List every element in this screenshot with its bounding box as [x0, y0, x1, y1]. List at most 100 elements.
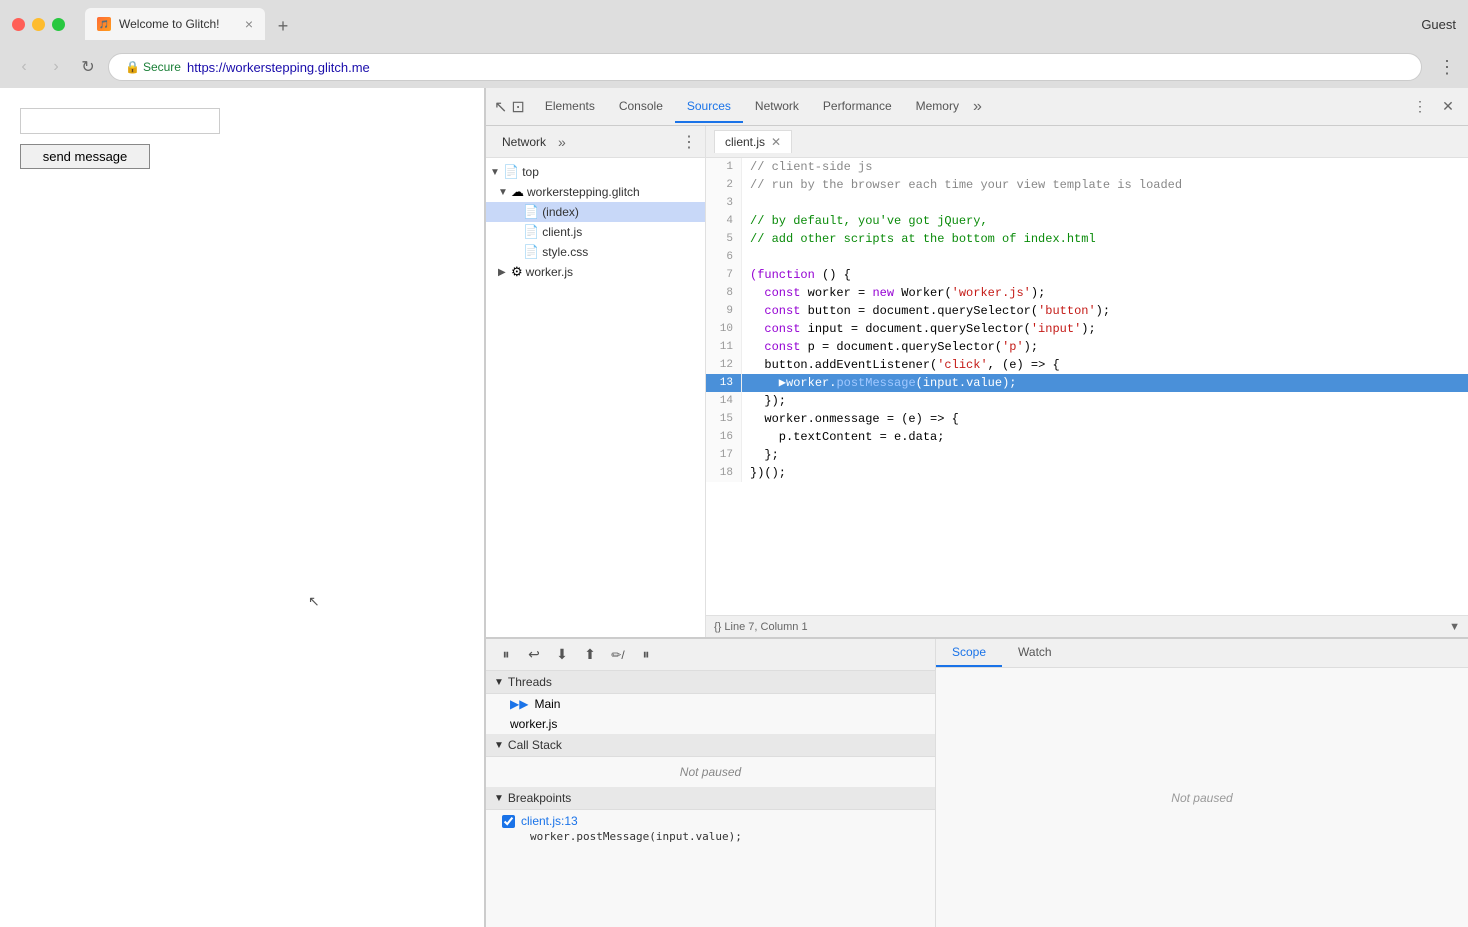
step-into-button[interactable]: ⬇: [550, 643, 574, 667]
code-line-5: 5 // add other scripts at the bottom of …: [706, 230, 1468, 248]
scope-not-paused-text: Not paused: [1171, 791, 1232, 805]
pause-on-exceptions-button[interactable]: ⏸: [634, 643, 658, 667]
new-tab-button[interactable]: +: [269, 12, 297, 40]
breakpoint-checkbox[interactable]: [502, 815, 515, 828]
status-bar-icon: {}: [714, 621, 721, 633]
scope-tab-bar: Scope Watch: [936, 639, 1468, 668]
debug-panel: ⏸ ↩ ⬇ ⬆ ✏/ ⏸ ▼ Threads ▶▶ Main: [486, 637, 1468, 927]
code-line-17: 17 };: [706, 446, 1468, 464]
devtools-settings-button[interactable]: ⋮: [1408, 95, 1432, 119]
file-panel-more-button[interactable]: »: [558, 134, 566, 150]
send-message-button[interactable]: send message: [20, 144, 150, 169]
code-tab-client-js[interactable]: client.js ✕: [714, 130, 792, 153]
browser-menu-button[interactable]: ⋮: [1438, 57, 1456, 78]
code-line-12: 12 button.addEventListener('click', (e) …: [706, 356, 1468, 374]
reload-button[interactable]: ↻: [76, 55, 100, 79]
callstack-arrow-icon: ▼: [494, 740, 504, 751]
tree-item-worker[interactable]: ▶ ⚙ worker.js: [486, 262, 705, 282]
deactivate-breakpoints-button[interactable]: ✏/: [606, 643, 630, 667]
minimize-button[interactable]: [32, 18, 45, 31]
devtools-tab-bar: ↖ ⊡ Elements Console Sources Network Per…: [486, 88, 1468, 126]
code-line-4: 4 // by default, you've got jQuery,: [706, 212, 1468, 230]
tab-sources[interactable]: Sources: [675, 91, 743, 123]
tree-label-top: top: [522, 165, 539, 179]
tab-memory[interactable]: Memory: [904, 91, 971, 123]
tree-item-style-css[interactable]: 📄 style.css: [486, 242, 705, 262]
threads-section-header[interactable]: ▼ Threads: [486, 671, 935, 694]
devtools-close-button[interactable]: ✕: [1436, 95, 1460, 119]
tab-close-button[interactable]: ×: [245, 16, 253, 32]
back-button[interactable]: ‹: [12, 55, 36, 79]
debug-sections: ▼ Threads ▶▶ Main worker.js ▼ Call Stack: [486, 671, 935, 927]
scope-tab[interactable]: Scope: [936, 639, 1002, 667]
file-panel-menu-button[interactable]: ⋮: [681, 132, 697, 152]
tree-label-style: style.css: [542, 245, 588, 259]
tree-arrow-top: ▼: [490, 167, 500, 178]
code-line-10: 10 const input = document.querySelector(…: [706, 320, 1468, 338]
step-over-button[interactable]: ↩: [522, 643, 546, 667]
tree-arrow-worker: ▶: [498, 267, 508, 278]
code-line-15: 15 worker.onmessage = (e) => {: [706, 410, 1468, 428]
forward-button[interactable]: ›: [44, 55, 68, 79]
address-bar[interactable]: 🔒 Secure https://workerstepping.glitch.m…: [108, 53, 1422, 81]
devtools-icon-cursor[interactable]: ↖: [494, 97, 507, 117]
code-tab-close-button[interactable]: ✕: [771, 135, 781, 149]
tree-icon-top: 📄: [503, 164, 519, 180]
code-tab-bar: client.js ✕: [706, 126, 1468, 158]
tree-label-index: (index): [542, 205, 579, 219]
code-line-3: 3: [706, 194, 1468, 212]
close-button[interactable]: [12, 18, 25, 31]
pause-resume-button[interactable]: ⏸: [494, 643, 518, 667]
worker-thread-label: worker.js: [510, 717, 557, 731]
code-line-2: 2 // run by the browser each time your v…: [706, 176, 1468, 194]
code-panel: client.js ✕ 1 // client-side js 2 // run…: [706, 126, 1468, 637]
message-input[interactable]: [20, 108, 220, 134]
breakpoints-label: Breakpoints: [508, 791, 571, 805]
worker-icon: ⚙: [511, 264, 523, 280]
main-thread-indicator: ▶▶: [510, 697, 528, 711]
file-panel-header: Network » ⋮: [486, 126, 705, 158]
breakpoints-section-header[interactable]: ▼ Breakpoints: [486, 787, 935, 810]
tab-network[interactable]: Network: [743, 91, 811, 123]
devtools-panel: ↖ ⊡ Elements Console Sources Network Per…: [485, 88, 1468, 927]
tree-item-domain[interactable]: ▼ ☁ workerstepping.glitch: [486, 182, 705, 202]
scope-content: Not paused: [936, 668, 1468, 927]
code-line-6: 6: [706, 248, 1468, 266]
file-icon-style: 📄: [523, 244, 539, 260]
secure-badge: 🔒 Secure: [125, 60, 181, 74]
tab-elements[interactable]: Elements: [533, 91, 607, 123]
file-panel: Network » ⋮ ▼ 📄 top ▼ ☁ workerstep: [486, 126, 706, 637]
code-status-bar: {} Line 7, Column 1 ▼: [706, 615, 1468, 637]
code-line-16: 16 p.textContent = e.data;: [706, 428, 1468, 446]
tree-item-top[interactable]: ▼ 📄 top: [486, 162, 705, 182]
worker-thread-item[interactable]: worker.js: [486, 714, 935, 734]
main-thread-label: Main: [534, 697, 560, 711]
tab-title: Welcome to Glitch!: [119, 17, 219, 31]
file-icon-client: 📄: [523, 224, 539, 240]
watch-tab[interactable]: Watch: [1002, 639, 1068, 667]
tree-label-domain: workerstepping.glitch: [527, 185, 640, 199]
browser-tab[interactable]: 🎵 Welcome to Glitch! ×: [85, 8, 265, 40]
file-panel-network-tab[interactable]: Network: [494, 132, 554, 152]
breakpoint-item-1[interactable]: client.js:13 worker.postMessage(input.va…: [486, 810, 935, 849]
code-line-7: 7 (function () {: [706, 266, 1468, 284]
tab-console[interactable]: Console: [607, 91, 675, 123]
page-content: send message ↖: [0, 88, 485, 927]
more-tabs-button[interactable]: »: [973, 98, 982, 116]
code-editor[interactable]: 1 // client-side js 2 // run by the brow…: [706, 158, 1468, 615]
tree-item-index[interactable]: 📄 (index): [486, 202, 705, 222]
step-out-button[interactable]: ⬆: [578, 643, 602, 667]
file-icon-index: 📄: [523, 204, 539, 220]
cursor: ↖: [308, 593, 320, 610]
tree-item-client-js[interactable]: 📄 client.js: [486, 222, 705, 242]
debug-toolbar: ⏸ ↩ ⬇ ⬆ ✏/ ⏸: [486, 639, 935, 671]
code-line-1: 1 // client-side js: [706, 158, 1468, 176]
breakpoints-arrow-icon: ▼: [494, 793, 504, 804]
callstack-section-header[interactable]: ▼ Call Stack: [486, 734, 935, 757]
main-thread-item[interactable]: ▶▶ Main: [486, 694, 935, 714]
devtools-icon-responsive[interactable]: ⊡: [511, 97, 524, 117]
maximize-button[interactable]: [52, 18, 65, 31]
tab-performance[interactable]: Performance: [811, 91, 904, 123]
status-bar-dropdown[interactable]: ▼: [1449, 621, 1460, 633]
debug-right-panel: Scope Watch Not paused: [936, 639, 1468, 927]
